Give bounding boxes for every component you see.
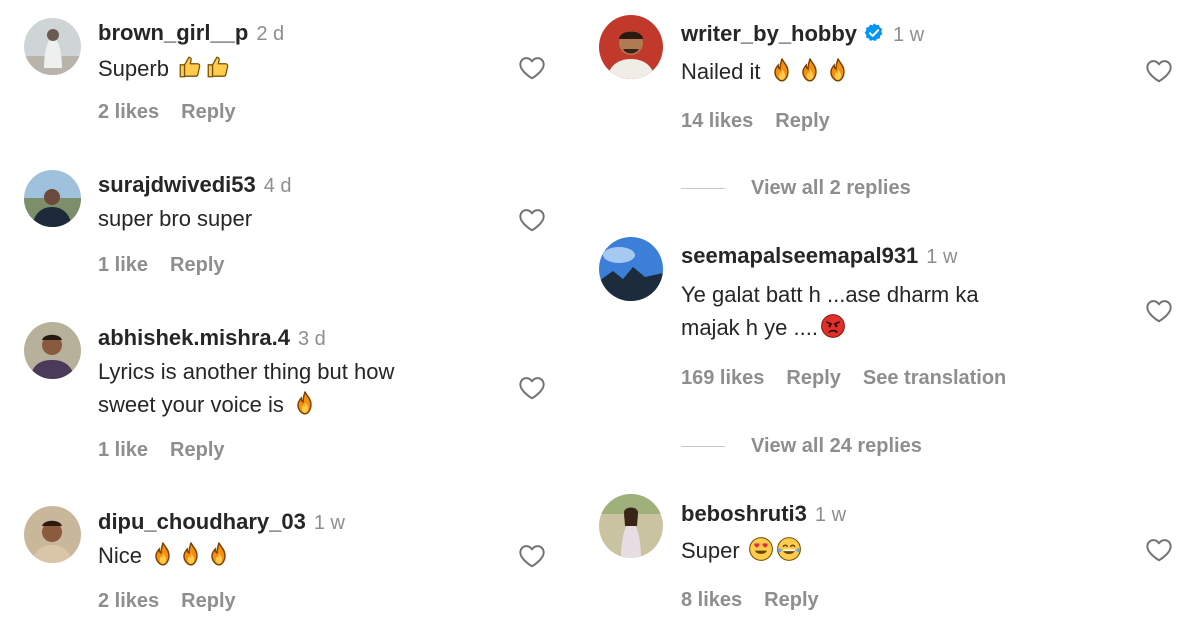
comment-username[interactable]: writer_by_hobby 1 w — [681, 21, 924, 47]
comment-time[interactable]: 1 w — [815, 504, 846, 526]
view-replies-button[interactable]: View all 2 replies — [681, 177, 911, 200]
comment-text: Super — [681, 534, 802, 567]
comment-meta: 14 likes Reply — [681, 110, 852, 133]
comment-meta: 1 like Reply — [98, 439, 247, 462]
like-heart-icon[interactable] — [517, 206, 547, 234]
fire-icon — [206, 541, 232, 567]
heart-eyes-face-icon — [748, 536, 774, 562]
avatar[interactable] — [599, 494, 663, 558]
avatar[interactable] — [599, 15, 663, 79]
comment-meta: 2 likes Reply — [98, 590, 258, 613]
likes-count[interactable]: 8 likes — [681, 589, 742, 611]
likes-count[interactable]: 1 like — [98, 254, 148, 276]
comment-time[interactable]: 4 d — [264, 175, 292, 197]
avatar[interactable] — [599, 237, 663, 301]
reply-button[interactable]: Reply — [786, 367, 840, 389]
comment-body: super bro super — [98, 206, 253, 231]
fire-icon — [178, 541, 204, 567]
username-link[interactable]: dipu_choudhary_03 — [98, 509, 306, 534]
username-link[interactable]: abhishek.mishra.4 — [98, 325, 290, 350]
comment-meta: 1 like Reply — [98, 254, 247, 277]
likes-count[interactable]: 169 likes — [681, 367, 764, 389]
see-translation-button[interactable]: See translation — [863, 367, 1006, 389]
avatar[interactable] — [24, 170, 81, 227]
reply-button[interactable]: Reply — [181, 590, 235, 612]
comment-time[interactable]: 1 w — [893, 24, 924, 46]
comment-text: Ye galat batt h ...ase dharm ka majak h … — [681, 278, 979, 344]
username-link[interactable]: surajdwivedi53 — [98, 172, 256, 197]
comment-body-line-wrap: majak h ye .... — [681, 311, 979, 344]
like-heart-icon[interactable] — [1144, 297, 1174, 325]
comment-username[interactable]: beboshruti3 1 w — [681, 501, 846, 527]
comment-username[interactable]: surajdwivedi53 4 d — [98, 172, 292, 198]
comment-body-line-wrap: sweet your voice is — [98, 388, 394, 421]
like-heart-icon[interactable] — [1144, 536, 1174, 564]
comment-text: Nice — [98, 539, 232, 572]
avatar[interactable] — [24, 322, 81, 379]
comment-meta: 169 likes Reply See translation — [681, 367, 1028, 390]
likes-count[interactable]: 2 likes — [98, 590, 159, 612]
likes-count[interactable]: 2 likes — [98, 101, 159, 123]
comment-body-line: majak h ye .... — [681, 315, 818, 340]
fire-icon — [825, 57, 851, 83]
comment-time[interactable]: 1 w — [926, 246, 957, 268]
verified-badge-icon — [863, 22, 885, 44]
comment-text: Lyrics is another thing but how sweet yo… — [98, 355, 394, 421]
reply-button[interactable]: Reply — [181, 101, 235, 123]
comment-text: Superb — [98, 52, 231, 85]
replies-divider — [681, 188, 725, 190]
comment-text: super bro super — [98, 202, 252, 235]
comment-time[interactable]: 1 w — [314, 512, 345, 534]
username-link[interactable]: seemapalseemapal931 — [681, 243, 918, 268]
comment-text: Nailed it — [681, 55, 851, 88]
angry-face-icon — [820, 313, 846, 339]
comment-body-line: Lyrics is another thing but how — [98, 359, 395, 384]
tears-of-joy-face-icon — [776, 536, 802, 562]
reply-button[interactable]: Reply — [764, 589, 818, 611]
likes-count[interactable]: 14 likes — [681, 110, 753, 132]
username-link[interactable]: beboshruti3 — [681, 501, 807, 526]
comment-username[interactable]: dipu_choudhary_03 1 w — [98, 509, 345, 535]
comment-meta: 2 likes Reply — [98, 101, 258, 124]
comment-time[interactable]: 2 d — [256, 23, 284, 45]
fire-icon — [797, 57, 823, 83]
avatar[interactable] — [24, 506, 81, 563]
fire-icon — [150, 541, 176, 567]
comment-meta: 8 likes Reply — [681, 589, 841, 612]
reply-button[interactable]: Reply — [170, 439, 224, 461]
likes-count[interactable]: 1 like — [98, 439, 148, 461]
reply-button[interactable]: Reply — [775, 110, 829, 132]
thumbs-up-icon — [205, 54, 231, 80]
comment-username[interactable]: brown_girl__p 2 d — [98, 20, 284, 46]
view-replies-button[interactable]: View all 24 replies — [681, 435, 922, 458]
comment-body: Superb — [98, 56, 169, 81]
like-heart-icon[interactable] — [517, 542, 547, 570]
avatar[interactable] — [24, 18, 81, 75]
replies-divider — [681, 446, 725, 448]
comment-body: Nailed it — [681, 59, 761, 84]
like-heart-icon[interactable] — [517, 54, 547, 82]
comment-body-line: sweet your voice is — [98, 392, 284, 417]
comment-username[interactable]: abhishek.mishra.4 3 d — [98, 325, 326, 351]
fire-icon — [769, 57, 795, 83]
comment-time[interactable]: 3 d — [298, 328, 326, 350]
thumbs-up-icon — [177, 54, 203, 80]
view-replies-label: View all 24 replies — [751, 435, 922, 457]
comment-username[interactable]: seemapalseemapal931 1 w — [681, 243, 957, 269]
username-link[interactable]: writer_by_hobby — [681, 21, 857, 46]
fire-icon — [292, 390, 318, 416]
comment-body-line: Ye galat batt h ...ase dharm ka — [681, 282, 979, 307]
like-heart-icon[interactable] — [1144, 57, 1174, 85]
comment-body: Nice — [98, 543, 143, 568]
comment-body: Super — [681, 538, 740, 563]
reply-button[interactable]: Reply — [170, 254, 224, 276]
username-link[interactable]: brown_girl__p — [98, 20, 248, 45]
like-heart-icon[interactable] — [517, 374, 547, 402]
view-replies-label: View all 2 replies — [751, 177, 911, 199]
